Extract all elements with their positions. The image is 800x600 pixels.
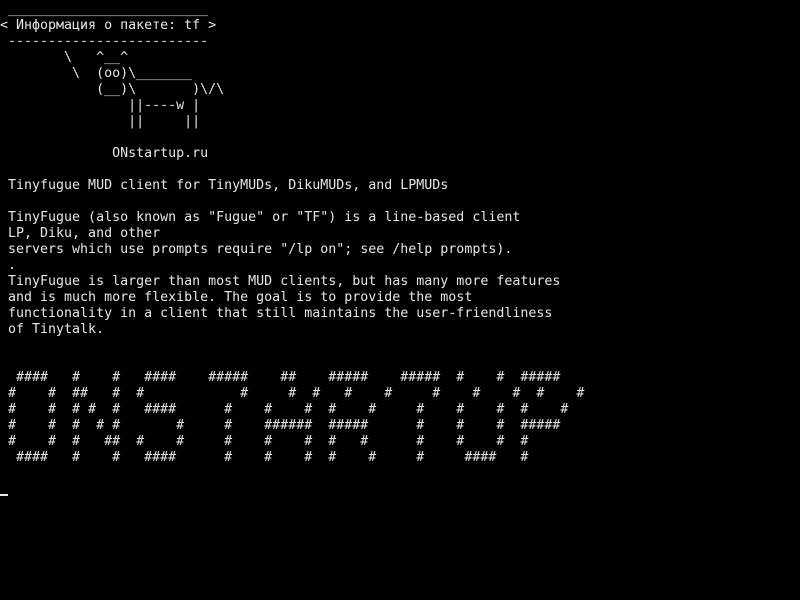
cowsay-bubble-top: _________________________ bbox=[0, 2, 209, 17]
description-line: TinyFugue (also known as "Fugue" or "TF"… bbox=[0, 210, 521, 225]
banner-line: #### # # #### ##### ## ##### ##### # # #… bbox=[0, 370, 561, 385]
text-cursor bbox=[0, 494, 8, 496]
cow-ascii-line: (__)\ )\/\ bbox=[0, 82, 225, 97]
banner-line: # # ## # # # # # # # # # # # # bbox=[0, 386, 585, 401]
description-line: . bbox=[0, 258, 17, 273]
cow-ascii-line: || || bbox=[0, 114, 201, 129]
package-summary: Tinyfugue MUD client for TinyMUDs, DikuM… bbox=[0, 178, 449, 193]
cow-ascii-line: ||----w | bbox=[0, 98, 201, 113]
description-line: and is much more flexible. The goal is t… bbox=[0, 290, 473, 305]
cow-ascii-line: \ (oo)\_______ bbox=[0, 66, 193, 81]
description-line: servers which use prompts require "/lp o… bbox=[0, 242, 513, 257]
banner-line: # # # # # # # ###### ##### # # # ##### bbox=[0, 418, 561, 433]
banner-line: # # # ## # # # # # # # # # # # bbox=[0, 434, 529, 449]
site-credit: ONstartup.ru bbox=[0, 146, 209, 161]
banner-line: # # # # # #### # # # # # # # # # # bbox=[0, 402, 569, 417]
description-line: LP, Diku, and other bbox=[0, 226, 161, 241]
terminal-screen[interactable]: _________________________ < Информация о… bbox=[0, 0, 800, 600]
cow-ascii-line: \ ^__^ bbox=[0, 50, 129, 65]
description-line: of Tinytalk. bbox=[0, 322, 105, 337]
description-line: functionality in a client that still mai… bbox=[0, 306, 553, 321]
cowsay-bubble-bottom: ------------------------- bbox=[0, 34, 209, 49]
cowsay-bubble-text: < Информация о пакете: tf > bbox=[0, 18, 217, 33]
banner-line: #### # # #### # # # # # # #### # bbox=[0, 450, 529, 465]
description-line: TinyFugue is larger than most MUD client… bbox=[0, 274, 561, 289]
